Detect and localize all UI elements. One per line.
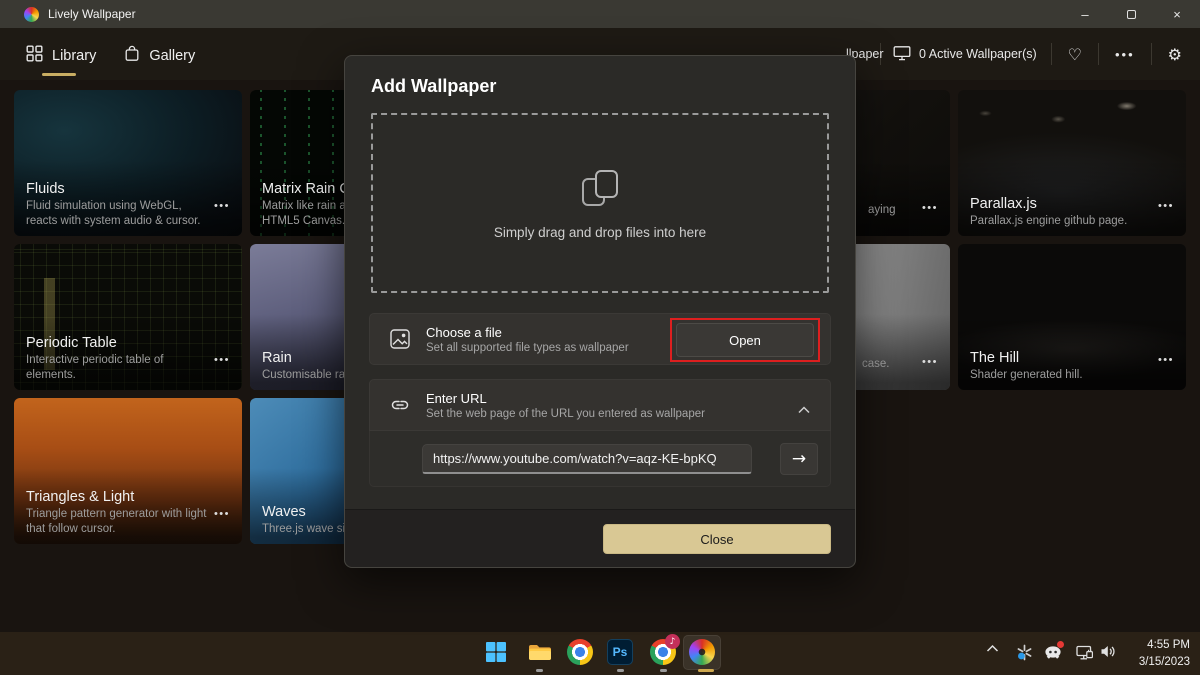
running-indicator <box>536 669 543 672</box>
tray-chevron-icon[interactable] <box>986 644 999 653</box>
start-button[interactable] <box>482 638 510 666</box>
active-running-indicator <box>698 669 714 672</box>
choose-file-title: Choose a file <box>426 325 629 340</box>
tile-menu-button[interactable]: ••• <box>922 356 938 368</box>
chevron-up-icon[interactable] <box>798 401 810 419</box>
tile-title: Fluids <box>26 181 208 197</box>
nav-right: 0 Active Wallpaper(s) ♡ ••• ⚙ <box>880 28 1200 80</box>
maximize-icon <box>1127 10 1136 19</box>
photoshop-icon[interactable]: Ps <box>606 638 634 666</box>
notification-dot <box>1057 641 1064 648</box>
close-dialog-button[interactable]: Close <box>603 524 831 554</box>
maximize-button[interactable] <box>1108 0 1154 28</box>
taskbar-clock[interactable]: 4:55 PM 3/15/2023 <box>1139 637 1190 670</box>
tile-description: Shader generated hill. <box>970 368 1152 383</box>
monitor-icon <box>893 45 911 64</box>
tile-menu-button[interactable]: ••• <box>214 200 230 212</box>
file-explorer-icon[interactable] <box>526 638 554 666</box>
library-grid-icon <box>26 45 43 66</box>
clock-time: 4:55 PM <box>1139 637 1190 654</box>
dropzone-hint: Simply drag and drop files into here <box>494 225 706 240</box>
dialog-footer: Close <box>345 509 855 567</box>
tab-library[interactable]: Library <box>16 39 106 72</box>
tile-menu-button[interactable]: ••• <box>1158 200 1174 212</box>
add-wallpaper-dialog: Add Wallpaper Simply drag and drop files… <box>344 55 856 568</box>
tile-menu-button[interactable]: ••• <box>922 202 938 214</box>
active-tab-indicator <box>42 73 76 76</box>
divider <box>1051 43 1052 65</box>
link-icon <box>388 393 412 417</box>
gallery-bag-icon <box>124 45 140 66</box>
tab-gallery[interactable]: Gallery <box>114 39 205 72</box>
wallpaper-tile-fluids[interactable]: Fluids Fluid simulation using WebGL, rea… <box>14 90 242 236</box>
discord-icon[interactable] <box>1044 644 1062 660</box>
volume-speaker-icon[interactable] <box>1100 644 1116 659</box>
tile-title: Parallax.js <box>970 196 1152 212</box>
enter-url-subtitle: Set the web page of the URL you entered … <box>426 408 705 420</box>
wallpaper-tile-parallax[interactable]: Parallax.js Parallax.js engine github pa… <box>958 90 1186 236</box>
titlebar: Lively Wallpaper – × <box>0 0 1200 28</box>
tile-title: The Hill <box>970 350 1152 366</box>
tile-description: Triangle pattern generator with light th… <box>26 507 208 537</box>
submit-url-arrow-button[interactable]: → <box>780 443 818 475</box>
favorites-heart-icon[interactable]: ♡ <box>1068 45 1082 64</box>
window-controls: – × <box>1062 0 1200 28</box>
dialog-title: Add Wallpaper <box>371 76 496 97</box>
image-icon <box>388 328 412 350</box>
enter-url-title: Enter URL <box>426 391 705 406</box>
tile-title: Periodic Table <box>26 335 208 351</box>
lively-wallpaper-taskbar-icon[interactable] <box>688 638 716 666</box>
wallpaper-tile-the-hill[interactable]: The Hill Shader generated hill. ••• <box>958 244 1186 390</box>
tray-burst-icon[interactable] <box>1016 644 1033 661</box>
tile-description-partial: case. <box>862 358 890 370</box>
minimize-button[interactable]: – <box>1062 0 1108 28</box>
nav-tabs: Library Gallery <box>16 39 205 72</box>
app-title: Lively Wallpaper <box>48 7 136 21</box>
wallpaper-tile-periodic-table[interactable]: Periodic Table Interactive periodic tabl… <box>14 244 242 390</box>
tile-title: Triangles & Light <box>26 489 208 505</box>
clock-date: 3/15/2023 <box>1139 654 1190 671</box>
url-expander-content: → <box>369 431 831 487</box>
tile-description-partial: aying <box>868 204 896 216</box>
tile-menu-button[interactable]: ••• <box>214 508 230 520</box>
wallpaper-tile-triangles-light[interactable]: Triangles & Light Triangle pattern gener… <box>14 398 242 544</box>
tile-description: Parallax.js engine github page. <box>970 214 1152 229</box>
tile-description: Fluid simulation using WebGL, reacts wit… <box>26 199 208 229</box>
tile-menu-button[interactable]: ••• <box>214 354 230 366</box>
drag-drop-zone[interactable]: Simply drag and drop files into here <box>371 113 829 293</box>
tile-menu-button[interactable]: ••• <box>1158 354 1174 366</box>
divider <box>1098 43 1099 65</box>
app-badge: ♪ <box>665 634 680 649</box>
open-button[interactable]: Open <box>676 323 814 357</box>
choose-file-row: Choose a file Set all supported file typ… <box>369 313 831 365</box>
running-indicator <box>617 669 624 672</box>
chrome-icon[interactable] <box>566 638 594 666</box>
active-wallpapers-label: 0 Active Wallpaper(s) <box>919 47 1037 61</box>
tab-library-label: Library <box>52 48 96 64</box>
files-copy-icon <box>579 167 621 209</box>
lively-wallpaper-window: Lively Wallpaper – × Library Gallery <box>0 0 1200 675</box>
divider <box>1151 43 1152 65</box>
settings-gear-icon[interactable]: ⚙ <box>1168 45 1182 64</box>
enter-url-row[interactable]: Enter URL Set the web page of the URL yo… <box>369 379 831 431</box>
url-input[interactable] <box>422 444 752 474</box>
choose-file-subtitle: Set all supported file types as wallpape… <box>426 342 629 354</box>
tile-description: Interactive periodic table of elements. <box>26 353 208 383</box>
close-window-button[interactable]: × <box>1154 0 1200 28</box>
running-indicator <box>660 669 667 672</box>
cast-display-icon[interactable] <box>1076 644 1094 661</box>
active-wallpapers-status[interactable]: 0 Active Wallpaper(s) <box>893 45 1037 64</box>
chrome-app-badge-icon[interactable]: ♪ <box>649 638 677 666</box>
tab-gallery-label: Gallery <box>149 48 195 64</box>
app-logo-icon <box>24 7 39 22</box>
more-options-button[interactable]: ••• <box>1115 47 1135 62</box>
